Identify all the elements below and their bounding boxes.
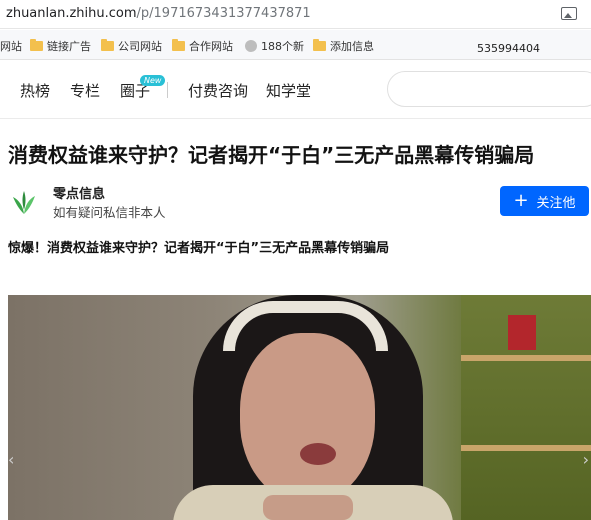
tab-paid-consult[interactable]: 付费咨询 <box>188 80 248 101</box>
bookmark-label: 188个新 <box>261 40 304 53</box>
face <box>240 333 375 503</box>
bookmark-item[interactable]: 链接广告 <box>30 38 91 54</box>
folder-icon <box>172 39 185 51</box>
url-host: zhuanlan.zhihu.com <box>6 6 137 21</box>
bookmarks-bar: 网站 链接广告 公司网站 合作网站 188个新 添加信息 535994404 <box>0 30 591 60</box>
folder-icon <box>313 39 326 51</box>
nav-divider <box>167 82 168 98</box>
bookmark-item[interactable]: 188个新 <box>245 38 304 54</box>
address-bar[interactable]: zhuanlan.zhihu.com/p/1971673431377437871 <box>0 0 591 29</box>
search-input[interactable] <box>387 71 591 107</box>
article-title: 消费权益谁来守护？记者揭开“于白”三无产品黑幕传销骗局 <box>8 143 535 167</box>
plus-icon: + <box>513 190 529 211</box>
bookmark-number: 535994404 <box>477 42 540 55</box>
bookmark-label: 网站 <box>0 40 22 53</box>
red-object <box>508 315 536 350</box>
new-badge: New <box>140 75 166 86</box>
bookmark-label: 链接广告 <box>47 40 91 53</box>
chevron-right-icon[interactable]: › <box>583 450 589 469</box>
bookmark-label: 合作网站 <box>189 40 233 53</box>
author-avatar[interactable] <box>10 188 38 216</box>
author-name[interactable]: 零点信息 <box>53 183 105 202</box>
bookmark-item[interactable]: 网站 <box>0 38 22 54</box>
folder-icon <box>101 39 114 51</box>
bookmark-item[interactable]: 公司网站 <box>101 38 162 54</box>
author-description: 如有疑问私信非本人 <box>53 205 166 220</box>
chevron-left-icon[interactable]: ‹ <box>8 450 14 469</box>
url-text[interactable]: zhuanlan.zhihu.com/p/1971673431377437871 <box>6 6 311 21</box>
mouth <box>300 443 336 465</box>
image-icon[interactable] <box>561 7 577 20</box>
bookmark-label: 添加信息 <box>330 40 374 53</box>
hand <box>263 495 353 520</box>
folder-icon <box>30 39 43 51</box>
tab-zhixuetang[interactable]: 知学堂 <box>266 80 311 101</box>
bookmark-item[interactable]: 添加信息 <box>313 38 374 54</box>
bookmark-label: 公司网站 <box>118 40 162 53</box>
globe-icon <box>245 40 257 52</box>
article-lead: 惊爆！消费权益谁来守护？记者揭开“于白”三无产品黑幕传销骗局 <box>8 241 390 256</box>
follow-button[interactable]: + 关注他 <box>500 186 589 216</box>
tab-hot[interactable]: 热榜 <box>20 80 50 101</box>
bookmark-item[interactable]: 合作网站 <box>172 38 233 54</box>
article-image: ‹ › <box>8 295 591 520</box>
url-path: /p/1971673431377437871 <box>136 6 311 21</box>
site-nav: 热榜 专栏 圈子 New 付费咨询 知学堂 <box>0 62 591 119</box>
follow-label: 关注他 <box>536 195 576 211</box>
headband <box>223 301 388 351</box>
tab-column[interactable]: 专栏 <box>70 80 100 101</box>
